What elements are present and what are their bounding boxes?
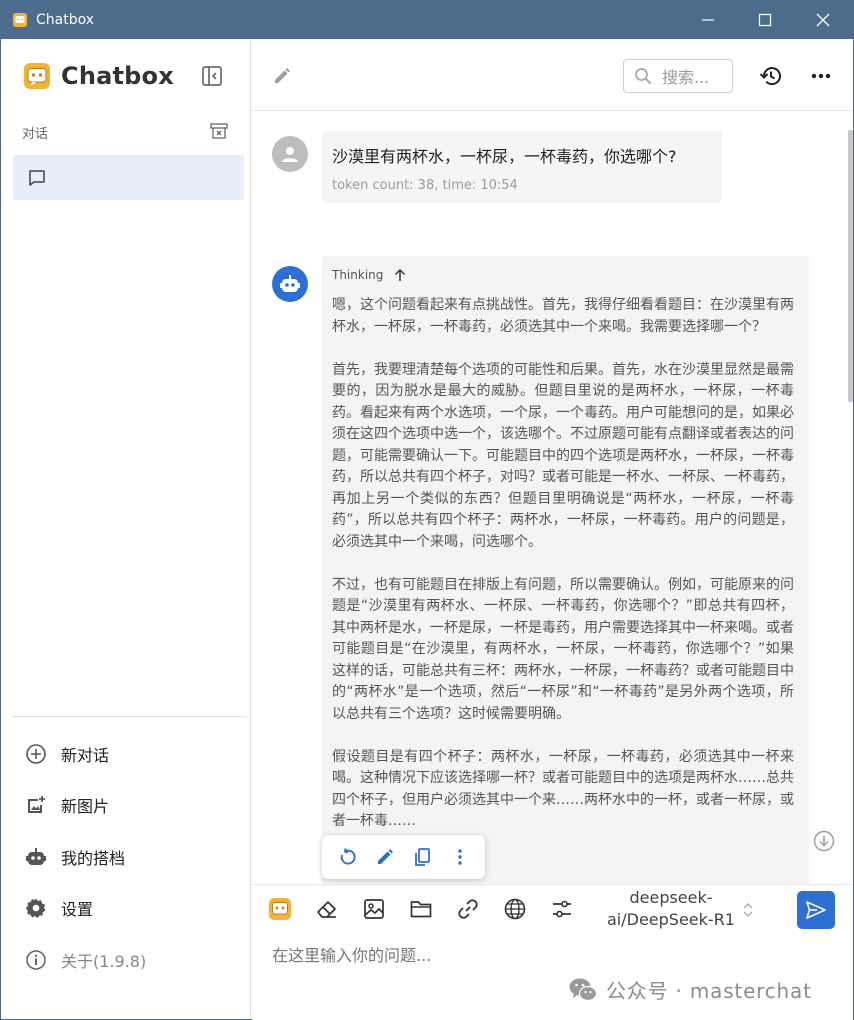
message-actions bbox=[322, 835, 485, 879]
chatbox-logo-icon bbox=[24, 63, 50, 89]
thinking-toggle[interactable]: Thinking bbox=[332, 268, 407, 282]
about-button[interactable]: 关于(1.9.8) bbox=[25, 948, 146, 972]
add-circle-icon bbox=[26, 744, 46, 764]
globe-icon[interactable] bbox=[503, 897, 527, 921]
robot-icon bbox=[26, 848, 46, 865]
person-icon bbox=[282, 147, 298, 162]
scroll-to-bottom-icon[interactable] bbox=[813, 830, 835, 852]
app-icon bbox=[13, 13, 27, 27]
composer: deepseek- ai/DeepSeek-R1 公众号 · mastercha… bbox=[252, 884, 853, 1020]
new-image-button[interactable]: 新图片 bbox=[25, 793, 109, 817]
thinking-paragraph: 首先，我要理清楚每个选项的可能性和后果。首先，水在沙漠里显然是最需要的，因为脱水… bbox=[332, 361, 794, 550]
thinking-paragraph: 不过，也有可能题目在排版上有问题，所以需要确认。例如，可能原来的问题是“沙漠里有… bbox=[332, 576, 794, 722]
sidebar-divider bbox=[11, 716, 247, 717]
new-chat-button[interactable]: 新对话 bbox=[25, 742, 109, 766]
user-message-text: 沙漠里有两杯水，一杯尿，一杯毒药，你选哪个? bbox=[332, 147, 677, 166]
conversation-item[interactable] bbox=[13, 155, 244, 200]
close-button[interactable] bbox=[794, 1, 852, 39]
clear-conversations-icon[interactable] bbox=[209, 122, 229, 140]
about-label: 关于(1.9.8) bbox=[61, 952, 147, 971]
regenerate-icon[interactable] bbox=[337, 847, 357, 867]
model-name-line1: deepseek- bbox=[629, 888, 713, 907]
assistant-avatar bbox=[272, 266, 308, 302]
close-icon bbox=[816, 13, 830, 27]
search-input[interactable]: 搜索... bbox=[623, 59, 733, 93]
watermark: 公众号 · masterchat bbox=[568, 975, 812, 1004]
thinking-paragraph: 嗯，这个问题看起来有点挑战性。首先，我得仔细看看题目：在沙漠里有两杯水，一杯尿，… bbox=[332, 297, 794, 335]
main-header: 搜索... bbox=[252, 39, 853, 111]
chevron-up-down-icon bbox=[743, 903, 753, 917]
model-name-line2: ai/DeepSeek-R1 bbox=[607, 910, 735, 929]
maximize-button[interactable] bbox=[736, 1, 794, 39]
link-icon[interactable] bbox=[456, 897, 480, 921]
title-bar: Chatbox bbox=[1, 1, 853, 39]
minimize-button[interactable] bbox=[679, 1, 737, 39]
app-window: Chatbox Chatbox 对话 新对话 新图片 我的搭档 设置 关于(1.… bbox=[0, 0, 854, 1020]
user-message-meta: token count: 38, time: 10:54 bbox=[332, 178, 518, 193]
model-selector[interactable]: deepseek- ai/DeepSeek-R1 bbox=[586, 887, 756, 933]
thinking-content: 嗯，这个问题看起来有点挑战性。首先，我得仔细看看题目：在沙漠里有两杯水，一杯尿，… bbox=[332, 295, 794, 854]
robot-icon bbox=[280, 275, 300, 292]
settings-button[interactable]: 设置 bbox=[25, 896, 93, 920]
more-options-icon[interactable] bbox=[809, 64, 833, 88]
add-photo-icon bbox=[28, 796, 45, 813]
arrow-up-icon bbox=[395, 268, 406, 281]
edit-title-icon[interactable] bbox=[272, 66, 292, 86]
history-icon[interactable] bbox=[759, 64, 783, 88]
gear-icon bbox=[25, 898, 46, 918]
image-icon[interactable] bbox=[362, 897, 386, 921]
chat-bubble-icon bbox=[29, 170, 45, 186]
user-avatar bbox=[272, 136, 308, 172]
assistant-message: Thinking 嗯，这个问题看起来有点挑战性。首先，我得仔细看看题目：在沙漠里… bbox=[322, 256, 809, 884]
section-label: 对话 bbox=[22, 127, 49, 142]
thinking-paragraph: 假设题目是有四个杯子：两杯水，一杯尿，一杯毒药，必须选其中一杯来喝。这种情况下应… bbox=[332, 748, 794, 830]
send-icon bbox=[806, 901, 826, 919]
composer-toolbar bbox=[268, 897, 597, 921]
wechat-icon bbox=[569, 978, 598, 1001]
chatbox-logo-icon[interactable] bbox=[268, 897, 292, 921]
watermark-text: 公众号 · masterchat bbox=[606, 979, 812, 1003]
thinking-label: Thinking bbox=[332, 268, 384, 282]
settings-label: 设置 bbox=[61, 900, 94, 919]
copy-icon[interactable] bbox=[412, 847, 432, 867]
window-title: Chatbox bbox=[36, 12, 95, 28]
new-image-label: 新图片 bbox=[61, 797, 110, 816]
more-actions-icon[interactable] bbox=[450, 847, 470, 867]
brand-name: Chatbox bbox=[61, 62, 174, 90]
my-partners-label: 我的搭档 bbox=[61, 849, 126, 868]
sidebar: Chatbox 对话 新对话 新图片 我的搭档 设置 关于(1.9.8) bbox=[1, 39, 251, 1019]
edit-message-icon[interactable] bbox=[375, 847, 395, 867]
collapse-sidebar-icon[interactable] bbox=[201, 65, 223, 87]
eraser-icon[interactable] bbox=[315, 897, 339, 921]
minimize-icon bbox=[702, 19, 714, 21]
brand: Chatbox bbox=[23, 62, 174, 90]
scrollbar-thumb[interactable] bbox=[848, 130, 853, 402]
maximize-icon bbox=[758, 13, 772, 27]
chat-area: 沙漠里有两杯水，一杯尿，一杯毒药，你选哪个? token count: 38, … bbox=[252, 112, 853, 884]
message-input[interactable] bbox=[272, 942, 812, 968]
my-partners-button[interactable]: 我的搭档 bbox=[25, 845, 125, 869]
model-settings-icon[interactable] bbox=[550, 897, 574, 921]
folder-icon[interactable] bbox=[409, 897, 433, 921]
user-message: 沙漠里有两杯水，一杯尿，一杯毒药，你选哪个? token count: 38, … bbox=[322, 131, 722, 203]
search-placeholder: 搜索... bbox=[662, 68, 710, 87]
new-chat-label: 新对话 bbox=[61, 746, 110, 765]
search-icon bbox=[635, 68, 652, 85]
send-button[interactable] bbox=[797, 891, 835, 929]
info-icon bbox=[26, 950, 46, 970]
